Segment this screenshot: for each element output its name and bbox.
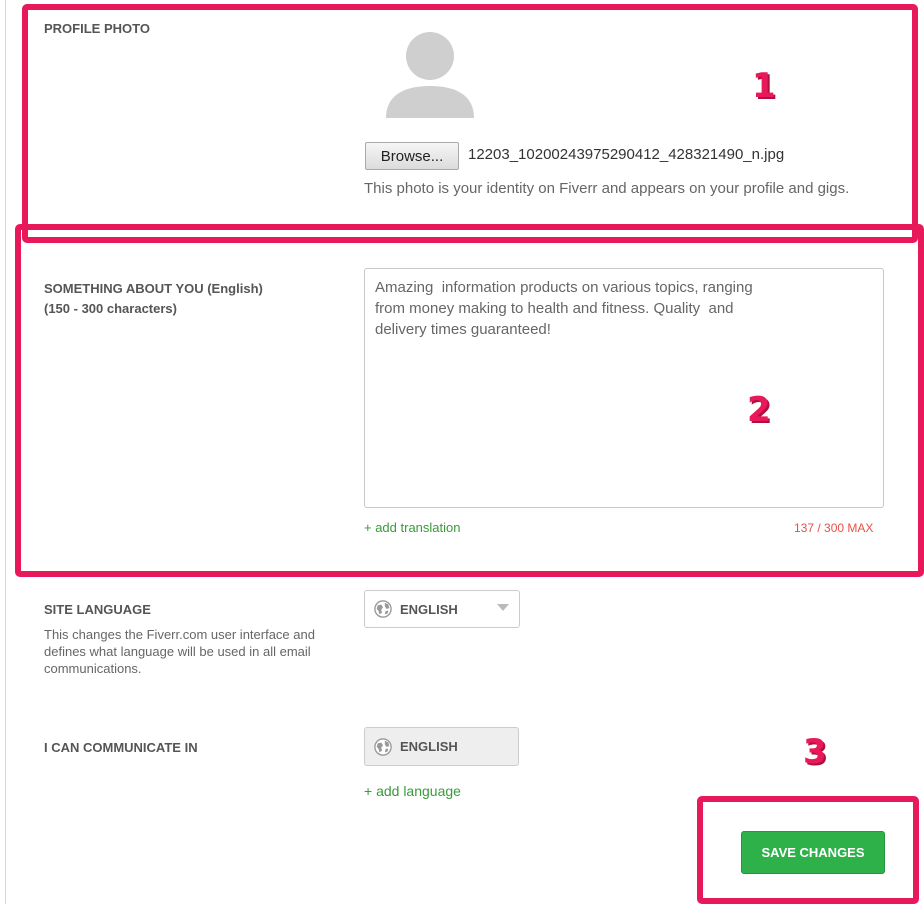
annotation-marker-2: 2 — [747, 390, 771, 430]
annotation-marker-3: 3 — [803, 732, 827, 772]
globe-icon — [374, 737, 392, 756]
annotation-box-3 — [697, 796, 919, 904]
site-language-select[interactable]: ENGLISH — [364, 590, 520, 628]
globe-icon — [374, 600, 392, 618]
site-language-label: SITE LANGUAGE — [44, 602, 151, 617]
annotation-box-2 — [15, 224, 924, 577]
site-language-description: This changes the Fiverr.com user interfa… — [44, 627, 315, 676]
chevron-down-icon — [497, 604, 509, 611]
communicate-language-chip[interactable]: ENGLISH — [364, 727, 519, 766]
communicate-label: I CAN COMMUNICATE IN — [44, 740, 198, 755]
annotation-marker-1: 1 — [752, 66, 776, 106]
page-left-border — [5, 0, 6, 904]
add-language-link[interactable]: + add language — [364, 783, 461, 799]
annotation-box-1 — [22, 4, 918, 243]
site-language-value: ENGLISH — [400, 601, 458, 617]
communicate-language-value: ENGLISH — [400, 739, 458, 754]
